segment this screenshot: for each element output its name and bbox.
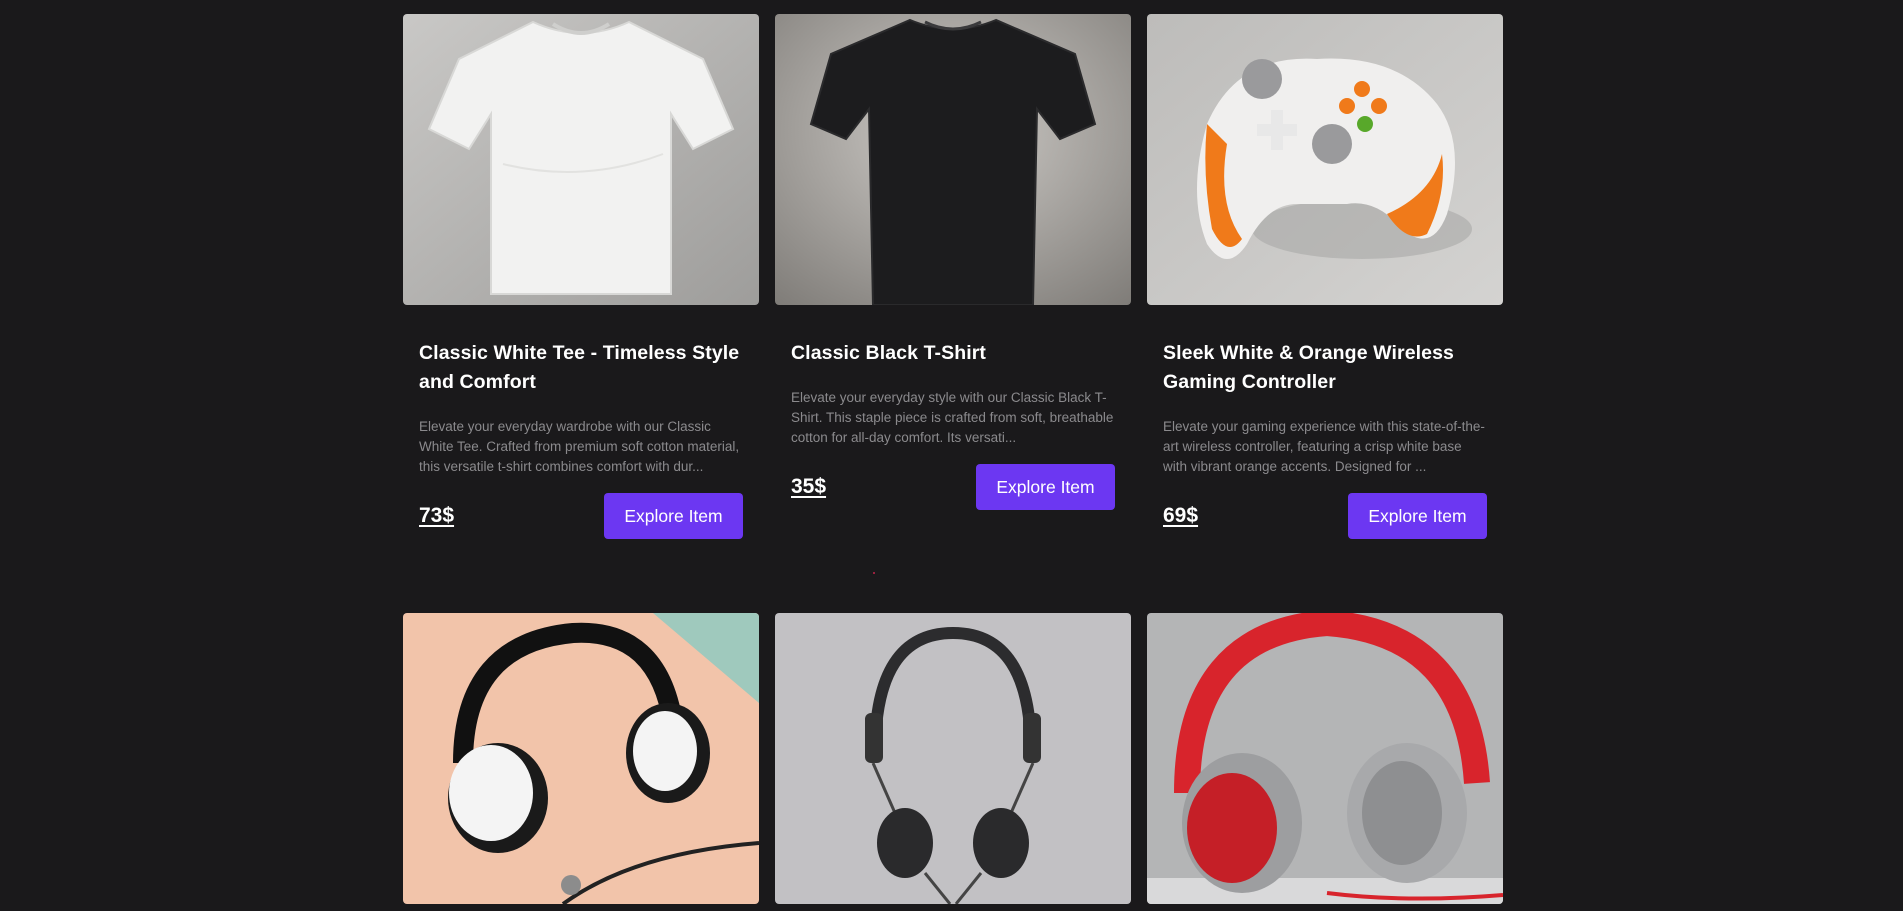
white-headphones-image <box>403 613 759 904</box>
explore-item-button[interactable]: Explore Item <box>604 493 743 539</box>
row-spacer <box>403 539 1503 613</box>
product-image-black-tshirt[interactable] <box>775 14 1131 305</box>
product-card: Classic White Tee - Timeless Style and C… <box>403 14 759 539</box>
product-title: Sleek White & Orange Wireless Gaming Con… <box>1163 342 1454 393</box>
product-card <box>1147 613 1503 904</box>
product-description: Elevate your everyday style with our Cla… <box>791 390 1114 445</box>
product-price: 35$ <box>791 475 827 498</box>
black-headphones-image <box>775 613 1131 904</box>
product-description: Elevate your gaming experience with this… <box>1163 419 1485 474</box>
explore-item-button[interactable]: Explore Item <box>976 464 1115 510</box>
product-image-white-tshirt[interactable] <box>403 14 759 305</box>
product-image-red-headphones[interactable] <box>1147 613 1503 904</box>
product-image-white-headphones[interactable] <box>403 613 759 904</box>
product-image-black-headphones[interactable] <box>775 613 1131 904</box>
product-description: Elevate your everyday wardrobe with our … <box>419 419 740 474</box>
product-price: 73$ <box>419 504 455 527</box>
product-card <box>403 613 759 904</box>
product-title: Classic Black T-Shirt <box>791 342 987 364</box>
black-tshirt-image <box>775 14 1131 305</box>
white-tshirt-image <box>403 14 759 305</box>
product-price: 69$ <box>1163 504 1199 527</box>
product-card: Classic Black T-Shirt Elevate your every… <box>775 14 1131 539</box>
product-card <box>775 613 1131 904</box>
game-controller-image <box>1147 14 1503 305</box>
red-headphones-image <box>1147 613 1503 904</box>
product-grid: Classic White Tee - Timeless Style and C… <box>403 14 1503 904</box>
product-title: Classic White Tee - Timeless Style and C… <box>419 342 740 393</box>
explore-item-button[interactable]: Explore Item <box>1348 493 1487 539</box>
product-image-game-controller[interactable] <box>1147 14 1503 305</box>
product-card: Sleek White & Orange Wireless Gaming Con… <box>1147 14 1503 539</box>
